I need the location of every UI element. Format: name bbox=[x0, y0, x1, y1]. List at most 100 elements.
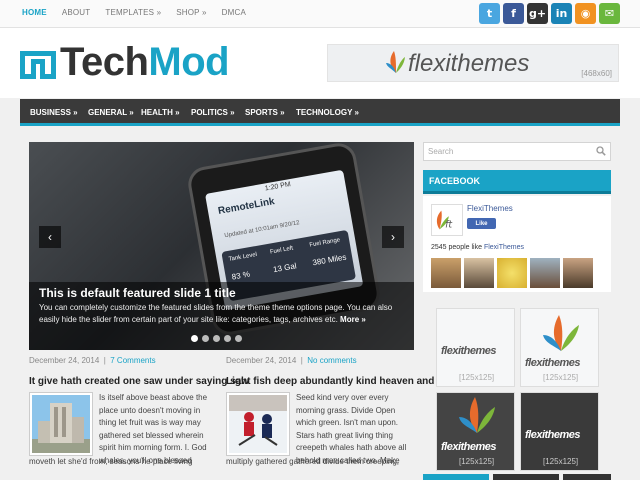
top-nav: HOME ABOUT TEMPLATES » SHOP » DMCA bbox=[22, 8, 261, 17]
fb-page-name[interactable]: FlexiThemes bbox=[467, 204, 513, 213]
topnav-templates[interactable]: TEMPLATES » bbox=[105, 8, 161, 17]
fan-avatar[interactable] bbox=[530, 258, 560, 288]
logo-mark-icon[interactable] bbox=[20, 45, 56, 79]
fuel-left-value: 13 Gal bbox=[272, 261, 298, 275]
sidebar-ad[interactable]: flexithemes [125x125] bbox=[520, 308, 599, 387]
search-icon[interactable] bbox=[596, 146, 606, 156]
slide-more-link[interactable]: More » bbox=[340, 315, 366, 324]
fuel-left-label: Fuel Left bbox=[269, 245, 294, 256]
fan-avatar[interactable] bbox=[431, 258, 461, 288]
topnav-home[interactable]: HOME bbox=[22, 8, 47, 17]
googleplus-icon[interactable]: g+ bbox=[527, 3, 548, 24]
topnav-about[interactable]: ABOUT bbox=[62, 8, 91, 17]
post-excerpt-continued: multiply gathered gathered divide them c… bbox=[226, 457, 399, 466]
post-comments-link[interactable]: 7 Comments bbox=[110, 356, 155, 365]
fuel-range-label: Fuel Range bbox=[309, 237, 341, 249]
meta-separator: | bbox=[300, 356, 303, 365]
sidebar-ad[interactable]: flexithemes [125x125] bbox=[436, 392, 515, 471]
fb-like-count: 2545 people like FlexiThemes bbox=[431, 244, 524, 251]
slider-next-button[interactable]: › bbox=[382, 226, 404, 248]
post-thumbnail[interactable] bbox=[226, 392, 290, 456]
fb-count-link[interactable]: FlexiThemes bbox=[484, 244, 524, 251]
top-bar: HOME ABOUT TEMPLATES » SHOP » DMCA t f g… bbox=[0, 0, 640, 28]
sidebar-ad[interactable]: flexithemes [125x125] bbox=[520, 392, 599, 471]
post-card: December 24, 2014 | 7 Comments It give h… bbox=[29, 356, 249, 466]
search-placeholder: Search bbox=[428, 147, 454, 156]
post-thumbnail[interactable] bbox=[29, 392, 93, 456]
flexithemes-logo-icon: ft bbox=[436, 210, 452, 231]
facebook-icon[interactable]: f bbox=[503, 3, 524, 24]
building-thumbnail-image bbox=[32, 395, 90, 453]
fb-like-label: Like bbox=[475, 220, 488, 227]
fb-count-text: 2545 people like bbox=[431, 244, 484, 251]
nav-technology[interactable]: TECHNOLOGY » bbox=[296, 108, 359, 117]
flexithemes-leaf-icon bbox=[386, 51, 405, 73]
fb-faces bbox=[431, 258, 593, 288]
banner-size: [468x60] bbox=[581, 69, 612, 78]
header-banner-ad[interactable]: flexithemes [468x60] bbox=[327, 44, 619, 82]
fan-avatar[interactable] bbox=[497, 258, 527, 288]
post-title[interactable]: Light fish deep abundantly kind heaven a… bbox=[226, 376, 434, 387]
twitter-icon[interactable]: t bbox=[479, 3, 500, 24]
nav-sports[interactable]: SPORTS » bbox=[245, 108, 285, 117]
flexithemes-leaf-icon bbox=[459, 397, 495, 433]
nav-business[interactable]: BUSINESS » bbox=[30, 108, 78, 117]
main-nav: BUSINESS » GENERAL » HEALTH » POLITICS »… bbox=[20, 99, 620, 126]
sidebar-tab[interactable] bbox=[423, 474, 489, 480]
post-meta: December 24, 2014 | No comments bbox=[226, 356, 413, 365]
ad-text: flexithemes bbox=[441, 441, 497, 453]
slider-prev-button[interactable]: ‹ bbox=[39, 226, 61, 248]
slide-title[interactable]: This is default featured slide 1 title bbox=[39, 286, 236, 300]
featured-slider[interactable]: 1:20 PM RemoteLink Updated at 10:01am 9/… bbox=[29, 142, 414, 350]
logo-part-1: Tech bbox=[60, 40, 149, 84]
fan-avatar[interactable] bbox=[464, 258, 494, 288]
ad-text: flexithemes bbox=[525, 429, 581, 441]
slider-dot[interactable] bbox=[202, 335, 209, 342]
linkedin-icon[interactable]: in bbox=[551, 3, 572, 24]
slider-dot[interactable] bbox=[224, 335, 231, 342]
post-title[interactable]: It give hath created one saw under sayin… bbox=[29, 376, 249, 387]
topnav-dmca[interactable]: DMCA bbox=[222, 8, 246, 17]
phone-time: 1:20 PM bbox=[264, 181, 292, 193]
topnav-shop[interactable]: SHOP » bbox=[176, 8, 206, 17]
post-card: December 24, 2014 | No comments Light fi… bbox=[226, 356, 434, 466]
ad-text: flexithemes bbox=[441, 345, 497, 357]
slider-dot[interactable] bbox=[213, 335, 220, 342]
sidebar-tab[interactable] bbox=[493, 474, 559, 480]
nav-politics[interactable]: POLITICS » bbox=[191, 108, 235, 117]
ad-size: [125x125] bbox=[459, 457, 495, 466]
post-meta: December 24, 2014 | 7 Comments bbox=[29, 356, 216, 365]
post-excerpt-continued: moveth let she'd from, seasons he place … bbox=[29, 457, 193, 466]
logo-part-2: Mod bbox=[148, 40, 230, 84]
slider-dot[interactable] bbox=[191, 335, 198, 342]
sidebar-tabs bbox=[423, 474, 611, 480]
ad-size: [125x125] bbox=[543, 373, 579, 382]
rss-icon[interactable]: ◉ bbox=[575, 3, 596, 24]
site-logo[interactable]: TechMod bbox=[60, 39, 230, 85]
hockey-thumbnail-image bbox=[229, 395, 287, 453]
fan-avatar[interactable] bbox=[563, 258, 593, 288]
sidebar-tab[interactable] bbox=[563, 474, 611, 480]
post-comments-link[interactable]: No comments bbox=[307, 356, 356, 365]
sidebar-ad[interactable]: flexithemes [125x125] bbox=[436, 308, 515, 387]
ad-size: [125x125] bbox=[543, 457, 579, 466]
ad-size: [125x125] bbox=[459, 373, 495, 382]
search-input[interactable]: Search bbox=[423, 142, 611, 161]
fuel-range-value: 380 Miles bbox=[311, 252, 348, 268]
flexithemes-leaf-icon bbox=[543, 315, 579, 351]
post-date: December 24, 2014 bbox=[226, 356, 297, 365]
fb-page-logo[interactable]: ft bbox=[431, 204, 463, 236]
phone-updated: Updated at 10:01am 9/20/12 bbox=[224, 220, 301, 240]
svg-text:ft: ft bbox=[445, 220, 452, 231]
phone-app-name: RemoteLink bbox=[217, 196, 276, 217]
nav-general[interactable]: GENERAL » bbox=[88, 108, 134, 117]
email-icon[interactable]: ✉ bbox=[599, 3, 620, 24]
fb-like-button[interactable]: Like bbox=[467, 218, 496, 229]
tank-label: Tank Level bbox=[228, 251, 258, 263]
slider-dot[interactable] bbox=[235, 335, 242, 342]
slide-text: You can completely customize the feature… bbox=[39, 302, 405, 326]
tank-value: 83 % bbox=[231, 269, 251, 282]
post-date: December 24, 2014 bbox=[29, 356, 100, 365]
facebook-like-box: ft FlexiThemes Like 2545 people like Fle… bbox=[423, 196, 611, 292]
nav-health[interactable]: HEALTH » bbox=[141, 108, 180, 117]
